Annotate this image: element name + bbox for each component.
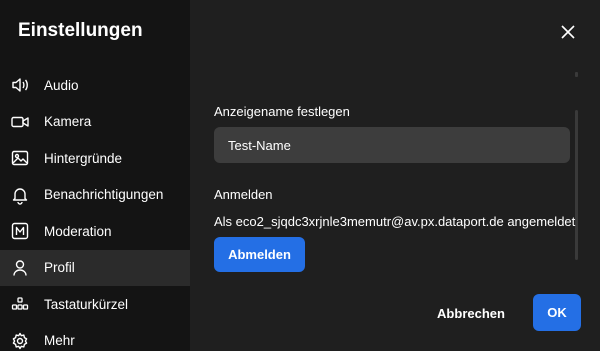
sidebar-item-moderation[interactable]: Moderation <box>0 213 190 250</box>
sidebar-item-shortcuts[interactable]: Tastaturkürzel <box>0 286 190 323</box>
user-icon <box>10 258 30 278</box>
sidebar-item-label: Hintergründe <box>44 150 123 166</box>
login-section-label: Anmelden <box>214 187 273 202</box>
display-name-input[interactable] <box>214 127 570 163</box>
settings-nav: Audio Kamera Hintergründe Benachrichtigu… <box>0 67 190 351</box>
close-button[interactable] <box>558 22 578 42</box>
login-status-text: Als eco2_sjqdc3xrjnle3memutr@av.px.datap… <box>214 214 576 229</box>
settings-title: Einstellungen <box>18 20 143 41</box>
scroll-indicator <box>575 72 578 77</box>
sidebar-item-label: Moderation <box>44 223 112 239</box>
sidebar-item-more[interactable]: Mehr <box>0 323 190 351</box>
cancel-button[interactable]: Abbrechen <box>426 296 516 330</box>
video-camera-icon <box>10 112 30 132</box>
sidebar-item-backgrounds[interactable]: Hintergründe <box>0 140 190 177</box>
scrollbar[interactable] <box>575 110 578 260</box>
sidebar-item-profile[interactable]: Profil <box>0 249 190 286</box>
sidebar-item-label: Kamera <box>44 114 92 130</box>
keyboard-shortcuts-icon <box>10 294 30 314</box>
moderator-icon <box>10 221 30 241</box>
ok-button[interactable]: OK <box>533 294 581 331</box>
sidebar-item-label: Audio <box>44 77 79 93</box>
settings-sidebar: Einstellungen Audio Kamera Hintergründe … <box>0 0 190 351</box>
settings-content: Anzeigename festlegen Anmelden Als eco2_… <box>190 0 600 351</box>
sidebar-item-notifications[interactable]: Benachrichtigungen <box>0 177 190 214</box>
sidebar-item-label: Mehr <box>44 333 75 349</box>
sidebar-item-camera[interactable]: Kamera <box>0 104 190 141</box>
sidebar-item-label: Benachrichtigungen <box>44 187 164 203</box>
logout-button[interactable]: Abmelden <box>214 237 305 272</box>
image-icon <box>10 148 30 168</box>
display-name-label: Anzeigename festlegen <box>214 104 350 119</box>
sidebar-item-audio[interactable]: Audio <box>0 67 190 104</box>
bell-icon <box>10 185 30 205</box>
close-icon <box>561 25 575 39</box>
sidebar-item-label: Tastaturkürzel <box>44 296 129 312</box>
speaker-icon <box>10 75 30 95</box>
sidebar-item-label: Profil <box>44 260 75 276</box>
gear-icon <box>10 331 30 351</box>
